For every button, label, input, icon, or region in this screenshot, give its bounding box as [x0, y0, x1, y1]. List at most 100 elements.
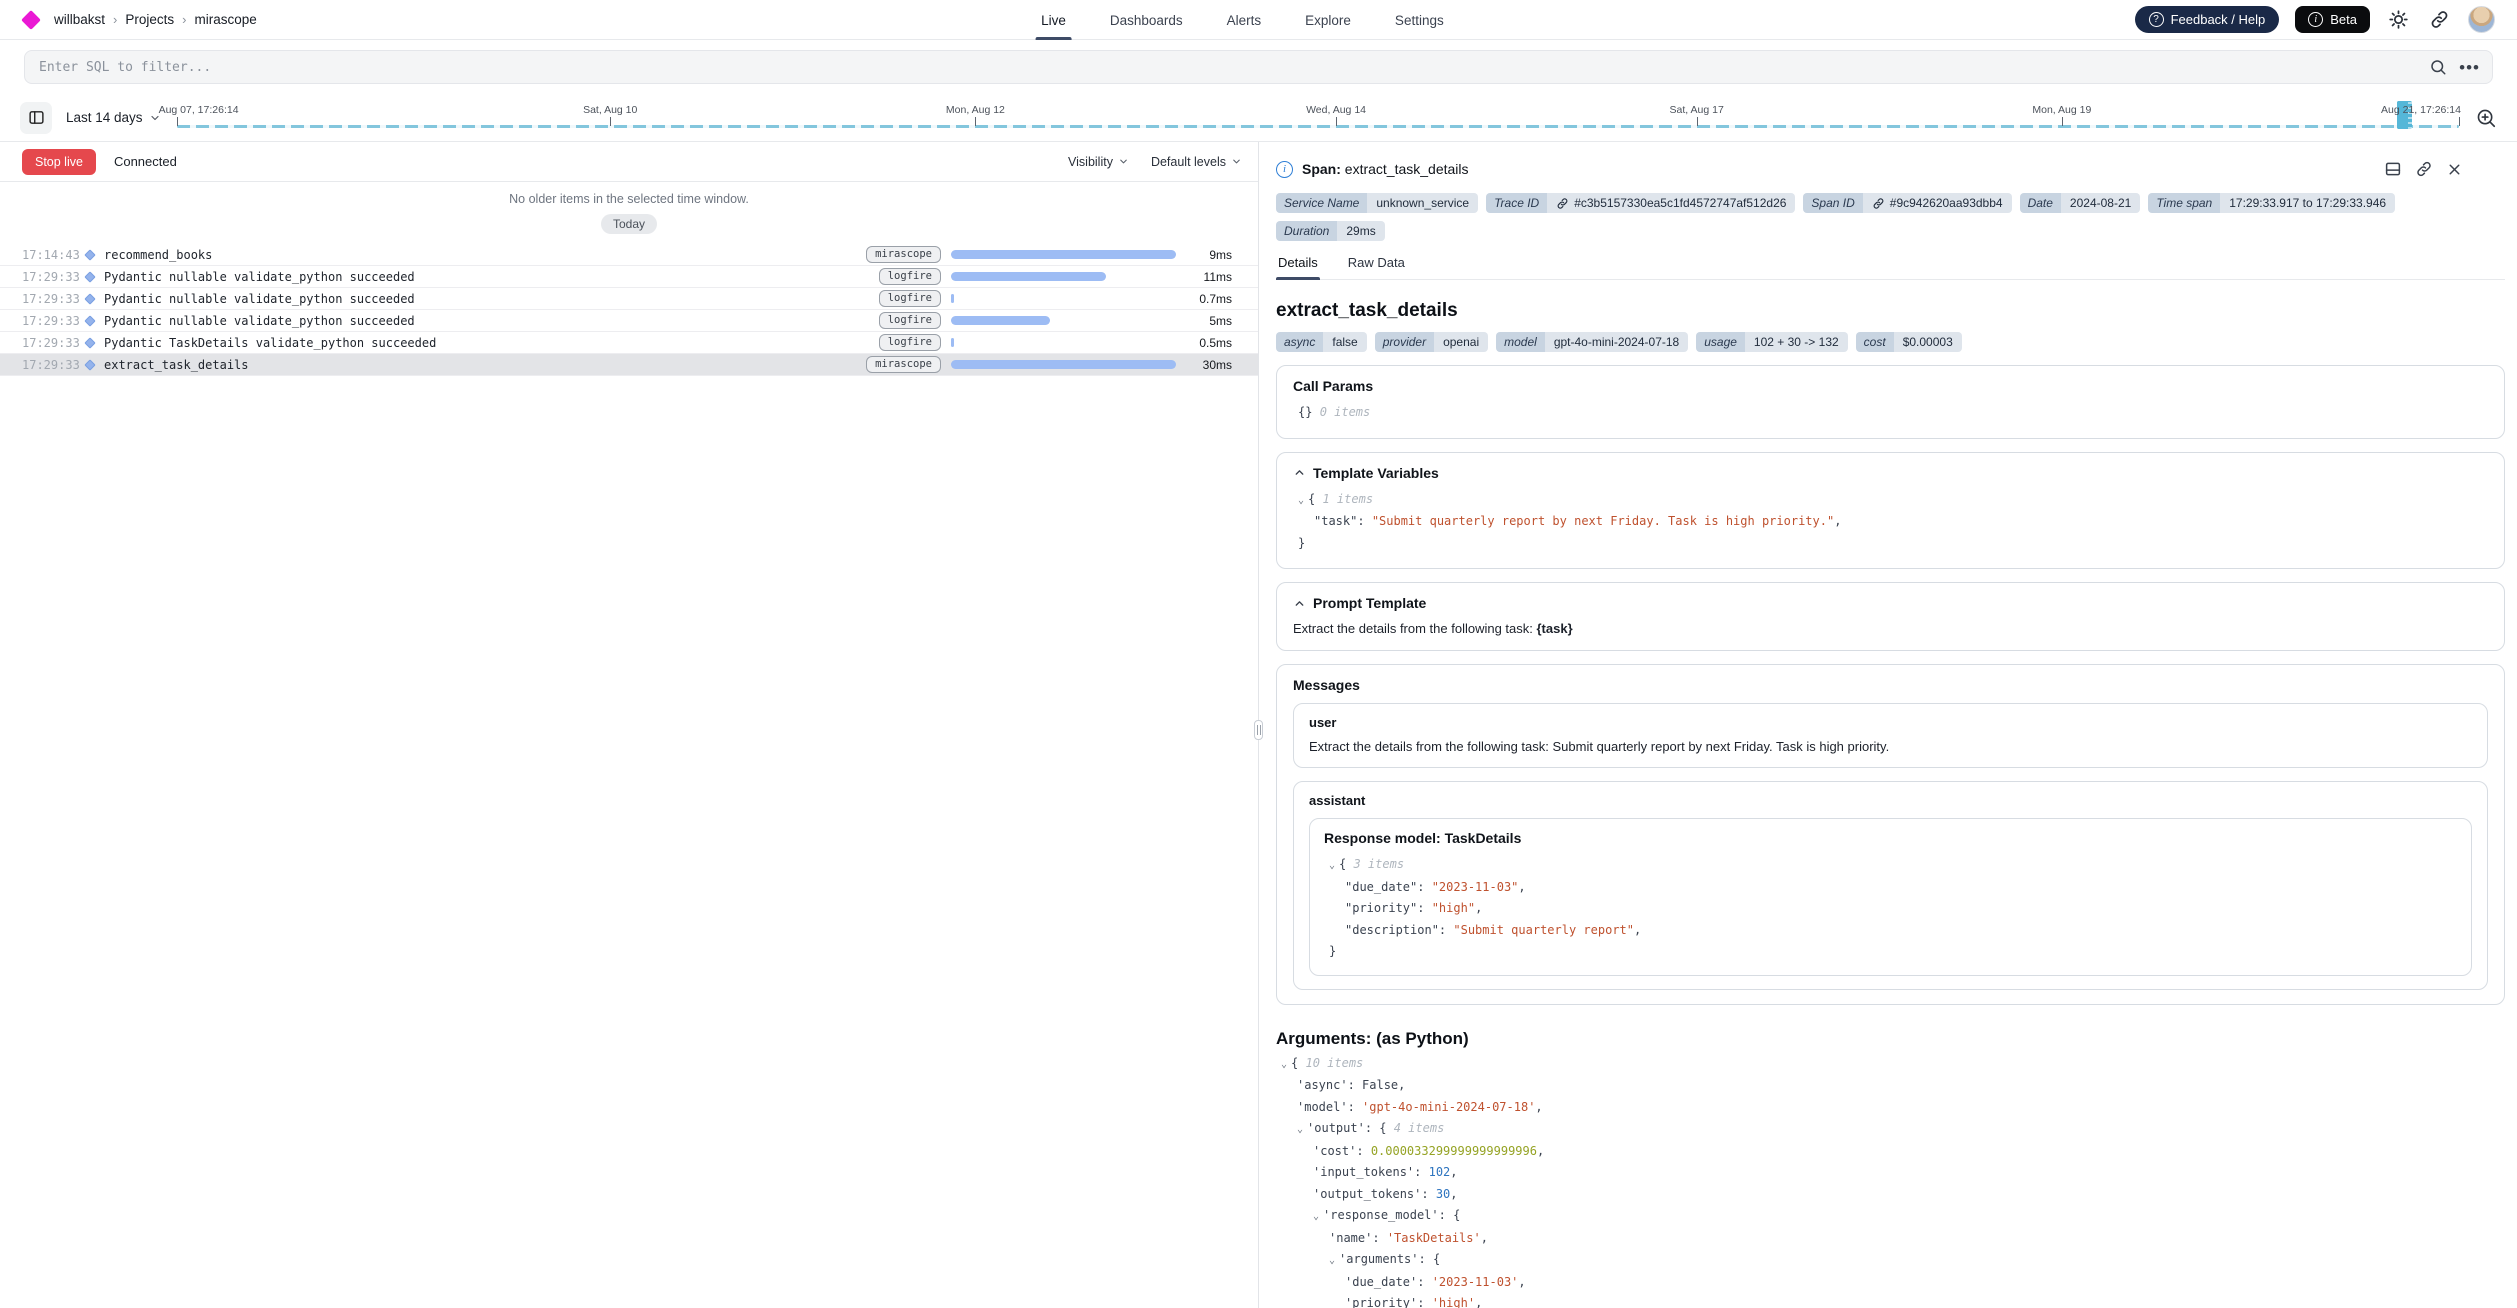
- trace-row[interactable]: 17:29:33Pydantic nullable validate_pytho…: [0, 266, 1258, 288]
- span-meta-badges: Service Nameunknown_service Trace ID#c3b5…: [1276, 193, 2505, 241]
- nav-tab-settings[interactable]: Settings: [1395, 0, 1444, 40]
- trace-duration-bar: [951, 338, 954, 347]
- stop-live-button[interactable]: Stop live: [22, 149, 96, 175]
- attr-badge-model[interactable]: modelgpt-4o-mini-2024-07-18: [1496, 332, 1688, 352]
- user-avatar[interactable]: [2468, 6, 2495, 33]
- code-line: ⌄{ 1 items: [1293, 489, 2488, 512]
- timeline[interactable]: Aug 07, 17:26:14Sat, Aug 10Mon, Aug 12We…: [177, 94, 2459, 142]
- timeline-tick-mark: [177, 117, 178, 126]
- trace-duration-bar: [951, 272, 1106, 281]
- trace-duration-bar: [951, 294, 954, 303]
- chevron-up-icon[interactable]: [1293, 597, 1306, 610]
- nav-tab-alerts[interactable]: Alerts: [1227, 0, 1262, 40]
- span-diamond-icon: [84, 315, 95, 326]
- trace-tag-badge: logfire: [879, 312, 941, 329]
- badge-label: provider: [1375, 332, 1434, 352]
- span-diamond-icon: [84, 249, 95, 260]
- time-range-label: Last 14 days: [66, 110, 143, 125]
- feedback-help-button[interactable]: ? Feedback / Help: [2135, 6, 2280, 33]
- sql-filter-placeholder: Enter SQL to filter...: [39, 60, 2429, 75]
- time-range-select[interactable]: Last 14 days: [66, 110, 161, 125]
- nav-tab-explore[interactable]: Explore: [1305, 0, 1351, 40]
- detail-tab-details[interactable]: Details: [1276, 255, 1320, 279]
- trace-row[interactable]: 17:14:43recommend_booksmirascope9ms: [0, 244, 1258, 266]
- trace-row[interactable]: 17:29:33extract_task_detailsmirascope30m…: [0, 354, 1258, 376]
- timeline-tick-label: Wed, Aug 14: [1306, 104, 1366, 116]
- visibility-dropdown[interactable]: Visibility: [1068, 155, 1129, 169]
- code-line: }: [1293, 533, 2488, 555]
- code-line: 'cost': 0.000033299999999999996,: [1276, 1141, 2505, 1163]
- chevron-down-icon: [1118, 156, 1129, 167]
- detail-tab-raw-data[interactable]: Raw Data: [1346, 255, 1407, 279]
- nav-tab-live[interactable]: Live: [1041, 0, 1066, 40]
- code-line: 'priority': 'high',: [1276, 1293, 2505, 1308]
- zoom-in-button[interactable]: [2469, 101, 2503, 135]
- code-line: 'async': False,: [1276, 1075, 2505, 1097]
- code-line: "description": "Submit quarterly report"…: [1324, 920, 2457, 942]
- default-levels-dropdown[interactable]: Default levels: [1151, 155, 1242, 169]
- breadcrumb-item[interactable]: Projects: [125, 12, 174, 27]
- sun-icon: [2388, 9, 2409, 30]
- sidebar-toggle-button[interactable]: [20, 102, 52, 134]
- trace-duration: 30ms: [1176, 358, 1232, 372]
- copy-link-icon[interactable]: [2415, 160, 2433, 178]
- meta-badge-span-id[interactable]: Span ID#9c942620aa93dbb4: [1803, 193, 2011, 213]
- trace-time: 17:29:33: [22, 314, 84, 328]
- attr-badge-usage[interactable]: usage102 + 30 -> 132: [1696, 332, 1847, 352]
- trace-duration: 5ms: [1176, 314, 1232, 328]
- badge-label: Time span: [2148, 193, 2220, 213]
- span-kind-label: Span:: [1302, 161, 1341, 177]
- panel-divider[interactable]: [1258, 142, 1259, 1308]
- trace-row[interactable]: 17:29:33Pydantic nullable validate_pytho…: [0, 288, 1258, 310]
- trace-duration-bar-track: [951, 360, 1176, 369]
- logfire-logo-icon[interactable]: [21, 10, 41, 30]
- badge-value: gpt-4o-mini-2024-07-18: [1545, 332, 1688, 352]
- trace-name: Pydantic nullable validate_python succee…: [104, 292, 879, 306]
- badge-value: #c3b5157330ea5c1fd4572747af512d26: [1547, 193, 1795, 213]
- breadcrumb-item[interactable]: willbakst: [54, 12, 105, 27]
- badge-value: false: [1323, 332, 1366, 352]
- code-line: "task": "Submit quarterly report by next…: [1293, 511, 2488, 533]
- code-line: "priority": "high",: [1324, 898, 2457, 920]
- timeline-bar: Last 14 days Aug 07, 17:26:14Sat, Aug 10…: [0, 94, 2517, 142]
- badge-label: usage: [1696, 332, 1745, 352]
- link-icon: [1556, 197, 1569, 210]
- beta-button[interactable]: i Beta: [2295, 6, 2370, 33]
- trace-name: recommend_books: [104, 248, 866, 262]
- chevron-down-icon: [1231, 156, 1242, 167]
- badge-value: #9c942620aa93dbb4: [1863, 193, 2012, 213]
- close-icon[interactable]: [2446, 161, 2463, 178]
- meta-badge-service-name[interactable]: Service Nameunknown_service: [1276, 193, 1478, 213]
- topbar-actions: ? Feedback / Help i Beta: [2135, 6, 2495, 33]
- prompt-template-text: Extract the details from the following t…: [1293, 621, 2488, 636]
- sql-filter-input[interactable]: Enter SQL to filter... •••: [24, 50, 2493, 84]
- timeline-tick-mark: [1697, 117, 1698, 126]
- messages-title: Messages: [1293, 677, 1360, 693]
- meta-badge-trace-id[interactable]: Trace ID#c3b5157330ea5c1fd4572747af512d2…: [1486, 193, 1795, 213]
- chevron-up-icon[interactable]: [1293, 466, 1306, 479]
- call-params-title: Call Params: [1293, 378, 1373, 394]
- code-line: 'name': 'TaskDetails',: [1276, 1228, 2505, 1250]
- attr-badge-async[interactable]: asyncfalse: [1276, 332, 1367, 352]
- attr-badge-cost[interactable]: cost$0.00003: [1856, 332, 1962, 352]
- attr-badge-provider[interactable]: provideropenai: [1375, 332, 1488, 352]
- trace-row[interactable]: 17:29:33Pydantic TaskDetails validate_py…: [0, 332, 1258, 354]
- trace-tag-badge: mirascope: [866, 356, 941, 373]
- empty-window-notice: No older items in the selected time wind…: [0, 192, 1258, 206]
- divider-grip-handle[interactable]: [1254, 720, 1263, 740]
- more-options-icon[interactable]: •••: [2459, 59, 2480, 76]
- open-in-panel-icon[interactable]: [2384, 160, 2402, 178]
- badge-value: 29ms: [1337, 221, 1384, 241]
- theme-toggle-button[interactable]: [2386, 7, 2411, 32]
- breadcrumb-item[interactable]: mirascope: [194, 12, 256, 27]
- meta-badge-time-span[interactable]: Time span17:29:33.917 to 17:29:33.946: [2148, 193, 2395, 213]
- span-detail-panel: i Span: extract_task_details Service Nam…: [1259, 142, 2517, 1308]
- timeline-tick-mark: [2062, 117, 2063, 126]
- meta-badge-date[interactable]: Date2024-08-21: [2020, 193, 2141, 213]
- nav-tab-dashboards[interactable]: Dashboards: [1110, 0, 1183, 40]
- share-link-button[interactable]: [2427, 7, 2452, 32]
- prompt-template-title: Prompt Template: [1313, 595, 1426, 611]
- meta-badge-duration[interactable]: Duration29ms: [1276, 221, 1385, 241]
- search-icon[interactable]: [2429, 58, 2447, 76]
- trace-row[interactable]: 17:29:33Pydantic nullable validate_pytho…: [0, 310, 1258, 332]
